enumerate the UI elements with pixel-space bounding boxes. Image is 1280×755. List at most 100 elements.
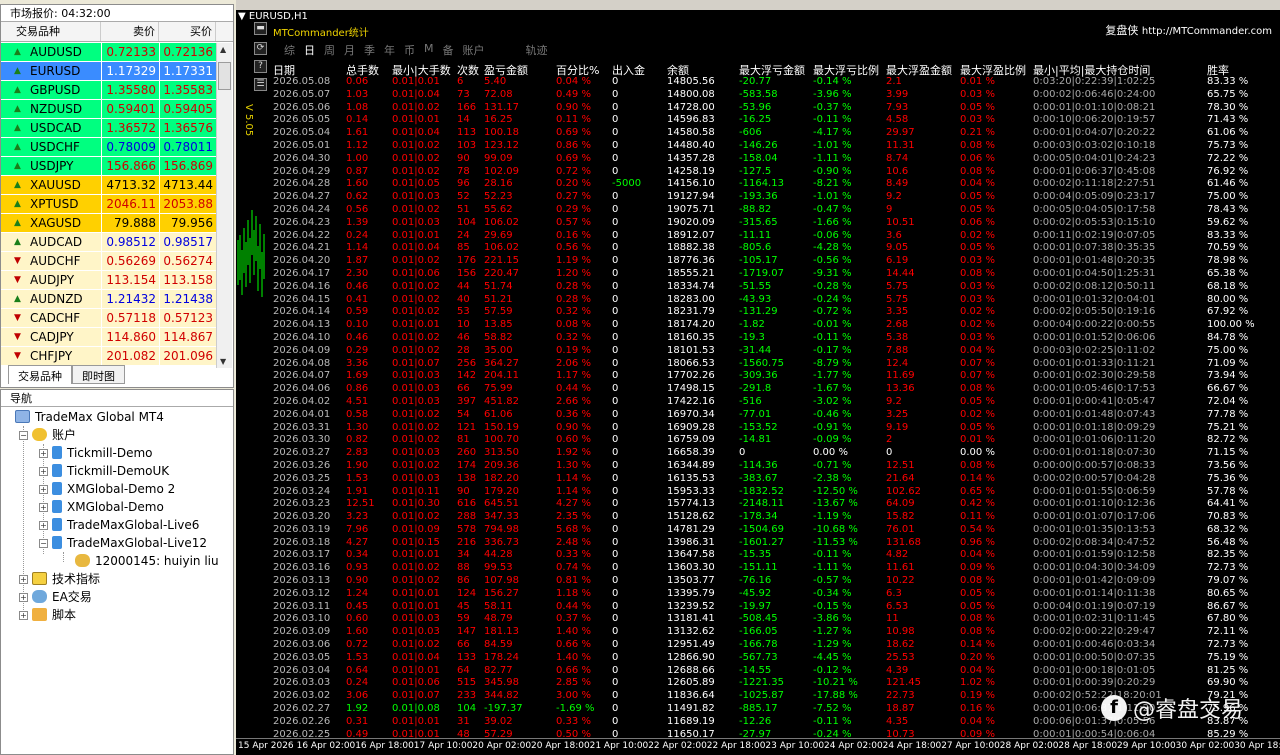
period-tab[interactable]: 季 bbox=[364, 42, 375, 58]
nav-expert-advisors[interactable]: + EA交易 bbox=[19, 588, 92, 606]
quote-row[interactable]: ▲ XAGUSD 79.888 79.956 bbox=[1, 213, 216, 233]
nav-server[interactable]: + Tickmill-Demo bbox=[39, 444, 153, 462]
stats-row: 2026.02.25 0.49 0.01|0.01 48 57.29 0.50 % 0 116… bbox=[273, 729, 1278, 738]
nav-server[interactable]: + TradeMaxGlobal-Live6 bbox=[39, 516, 199, 534]
tab-tick-chart[interactable]: 即时图 bbox=[72, 365, 125, 384]
period-tab[interactable]: 轨迹 bbox=[526, 42, 548, 58]
period-tab[interactable]: 年 bbox=[384, 42, 395, 58]
period-tab[interactable]: M bbox=[424, 42, 434, 58]
period-tab[interactable]: 账户 bbox=[463, 42, 485, 58]
nav-server[interactable]: + Tickmill-DemoUK bbox=[39, 462, 169, 480]
brand-url[interactable]: http://MTCommander.com bbox=[1142, 26, 1272, 37]
scroll-down-icon[interactable]: ▼ bbox=[220, 357, 226, 366]
quote-row[interactable]: ▼ CADJPY 114.860 114.867 bbox=[1, 327, 216, 347]
stats-cell: -88.82 bbox=[739, 203, 772, 215]
quote-row[interactable]: ▲ NZDUSD 0.59401 0.59405 bbox=[1, 99, 216, 119]
collapse-icon[interactable]: − bbox=[19, 431, 28, 440]
period-tab[interactable]: 币 bbox=[404, 42, 415, 58]
stats-cell: -43.93 bbox=[739, 293, 772, 305]
scroll-up-icon[interactable]: ▲ bbox=[220, 45, 226, 54]
stats-cell: 3.99 bbox=[886, 88, 909, 100]
stats-cell: 13.36 bbox=[886, 383, 915, 395]
expand-icon[interactable]: + bbox=[39, 503, 48, 512]
col-ask[interactable]: 买价 bbox=[159, 22, 216, 41]
quote-row[interactable]: ▼ AUDCHF 0.56269 0.56274 bbox=[1, 251, 216, 271]
stats-cell: 113 bbox=[457, 127, 477, 139]
expand-icon[interactable]: + bbox=[19, 593, 28, 602]
expand-icon[interactable]: + bbox=[19, 575, 28, 584]
quote-row[interactable]: ▲ AUDCAD 0.98512 0.98517 bbox=[1, 232, 216, 252]
col-bid[interactable]: 卖价 bbox=[101, 22, 159, 41]
stats-cell: 0:00:05|0:04:01|0:24:23 bbox=[1033, 152, 1156, 164]
stats-cell: -15.35 bbox=[739, 549, 772, 561]
quote-row[interactable]: ▲ XAUUSD 4713.32 4713.44 bbox=[1, 175, 216, 195]
expand-icon[interactable]: + bbox=[39, 467, 48, 476]
expand-icon[interactable]: + bbox=[19, 611, 28, 620]
stats-cell: 0.05 % bbox=[960, 395, 995, 407]
nav-indicators[interactable]: + 技术指标 bbox=[19, 570, 100, 588]
quote-row[interactable]: ▲ XPTUSD 2046.11 2053.88 bbox=[1, 194, 216, 214]
stats-cell: 1.92 % bbox=[556, 447, 591, 459]
chart-menu-icon[interactable]: ▼ bbox=[238, 11, 249, 22]
stats-cell: -45.92 bbox=[739, 587, 772, 599]
quote-row[interactable]: ▲ AUDNZD 1.21432 1.21438 bbox=[1, 289, 216, 309]
stats-row: 2026.03.31 1.30 0.01|0.02 121 150.19 0.90 % 0 1… bbox=[273, 422, 1278, 435]
brand-link[interactable]: 复盘侠 http://MTCommander.com bbox=[1105, 22, 1272, 38]
stats-cell: 9.05 bbox=[886, 242, 909, 254]
time-tick: 20 Apr 18:00 bbox=[531, 741, 590, 751]
period-tab[interactable]: 日 bbox=[304, 42, 315, 58]
period-tab[interactable]: 综 bbox=[284, 42, 295, 58]
refresh-icon[interactable]: ⟳ bbox=[254, 42, 267, 55]
quote-row[interactable]: ▲ AUDUSD 0.72133 0.72136 bbox=[1, 42, 216, 62]
stats-cell: 2026.04.22 bbox=[273, 229, 331, 241]
minimize-icon[interactable]: ▬ bbox=[254, 22, 267, 35]
stats-cell: 0 bbox=[612, 319, 619, 331]
expand-icon[interactable]: + bbox=[39, 449, 48, 458]
nav-server[interactable]: − TradeMaxGlobal-Live12 bbox=[39, 534, 207, 552]
tab-symbols[interactable]: 交易品种 bbox=[8, 365, 72, 384]
stats-cell: 54 bbox=[457, 408, 470, 420]
stats-cell: 2026.03.17 bbox=[273, 549, 331, 561]
quote-row[interactable]: ▲ USDJPY 156.866 156.869 bbox=[1, 156, 216, 176]
settings-icon[interactable]: ☰ bbox=[254, 78, 267, 91]
chart-window[interactable]: ▼ EURUSD,H1 ▬ ⟳ ? ☰ V 5.05 MTCommander统计… bbox=[236, 0, 1280, 755]
stats-cell: 13503.77 bbox=[667, 575, 715, 587]
stats-cell: 10 bbox=[457, 319, 470, 331]
scroll-thumb[interactable] bbox=[218, 62, 231, 90]
stats-cell: 64.09 bbox=[886, 498, 915, 510]
expand-icon[interactable]: + bbox=[39, 485, 48, 494]
stats-cell: 0.01|0.01 bbox=[392, 600, 440, 612]
stats-cell: 0 bbox=[612, 511, 619, 523]
col-symbol[interactable]: 交易品种 bbox=[1, 22, 101, 41]
stats-cell: 0.01|0.15 bbox=[392, 536, 440, 548]
nav-server[interactable]: + XMGlobal-Demo 2 bbox=[39, 480, 175, 498]
quote-row[interactable]: ▼ CHFJPY 201.082 201.096 bbox=[1, 346, 216, 366]
stats-cell: 515 bbox=[457, 677, 477, 689]
nav-root[interactable]: TradeMax Global MT4 bbox=[15, 408, 164, 426]
stats-cell: 2026.05.01 bbox=[273, 139, 331, 151]
nav-account-user[interactable]: 12000145: huiyin liu bbox=[75, 552, 219, 570]
quote-scrollbar[interactable]: ▲ ▼ bbox=[216, 43, 232, 368]
nav-server[interactable]: + XMGlobal-Demo bbox=[39, 498, 164, 516]
stats-cell: 75.73 % bbox=[1207, 139, 1249, 151]
nav-scripts[interactable]: + 脚本 bbox=[19, 606, 76, 624]
period-tab[interactable]: 月 bbox=[344, 42, 355, 58]
collapse-icon[interactable]: − bbox=[39, 539, 48, 548]
stats-cell: 6.19 bbox=[886, 255, 909, 267]
period-tab[interactable]: 备 bbox=[443, 42, 454, 58]
stats-cell: 1.92 bbox=[346, 703, 369, 715]
help-icon[interactable]: ? bbox=[254, 60, 267, 73]
quote-row[interactable]: ▲ USDCAD 1.36572 1.36576 bbox=[1, 118, 216, 138]
quote-row[interactable]: ▼ AUDJPY 113.154 113.158 bbox=[1, 270, 216, 290]
quote-row[interactable]: ▲ GBPUSD 1.35580 1.35583 bbox=[1, 80, 216, 100]
stats-cell: 0.01|0.01 bbox=[392, 76, 440, 87]
expand-icon[interactable]: + bbox=[39, 521, 48, 530]
nav-scripts-label: 脚本 bbox=[52, 608, 77, 622]
nav-accounts[interactable]: − 账户 bbox=[19, 426, 76, 444]
quote-row[interactable]: ▼ CADCHF 0.57118 0.57123 bbox=[1, 308, 216, 328]
period-tab[interactable]: 周 bbox=[324, 42, 335, 58]
stats-row: 2026.05.05 0.14 0.01|0.01 14 16.25 0.11 % 0 145… bbox=[273, 114, 1278, 127]
stats-cell: 0 bbox=[612, 472, 619, 484]
quote-row[interactable]: ▲ EURUSD 1.17329 1.17331 bbox=[1, 61, 216, 81]
quote-row[interactable]: ▲ USDCHF 0.78009 0.78011 bbox=[1, 137, 216, 157]
